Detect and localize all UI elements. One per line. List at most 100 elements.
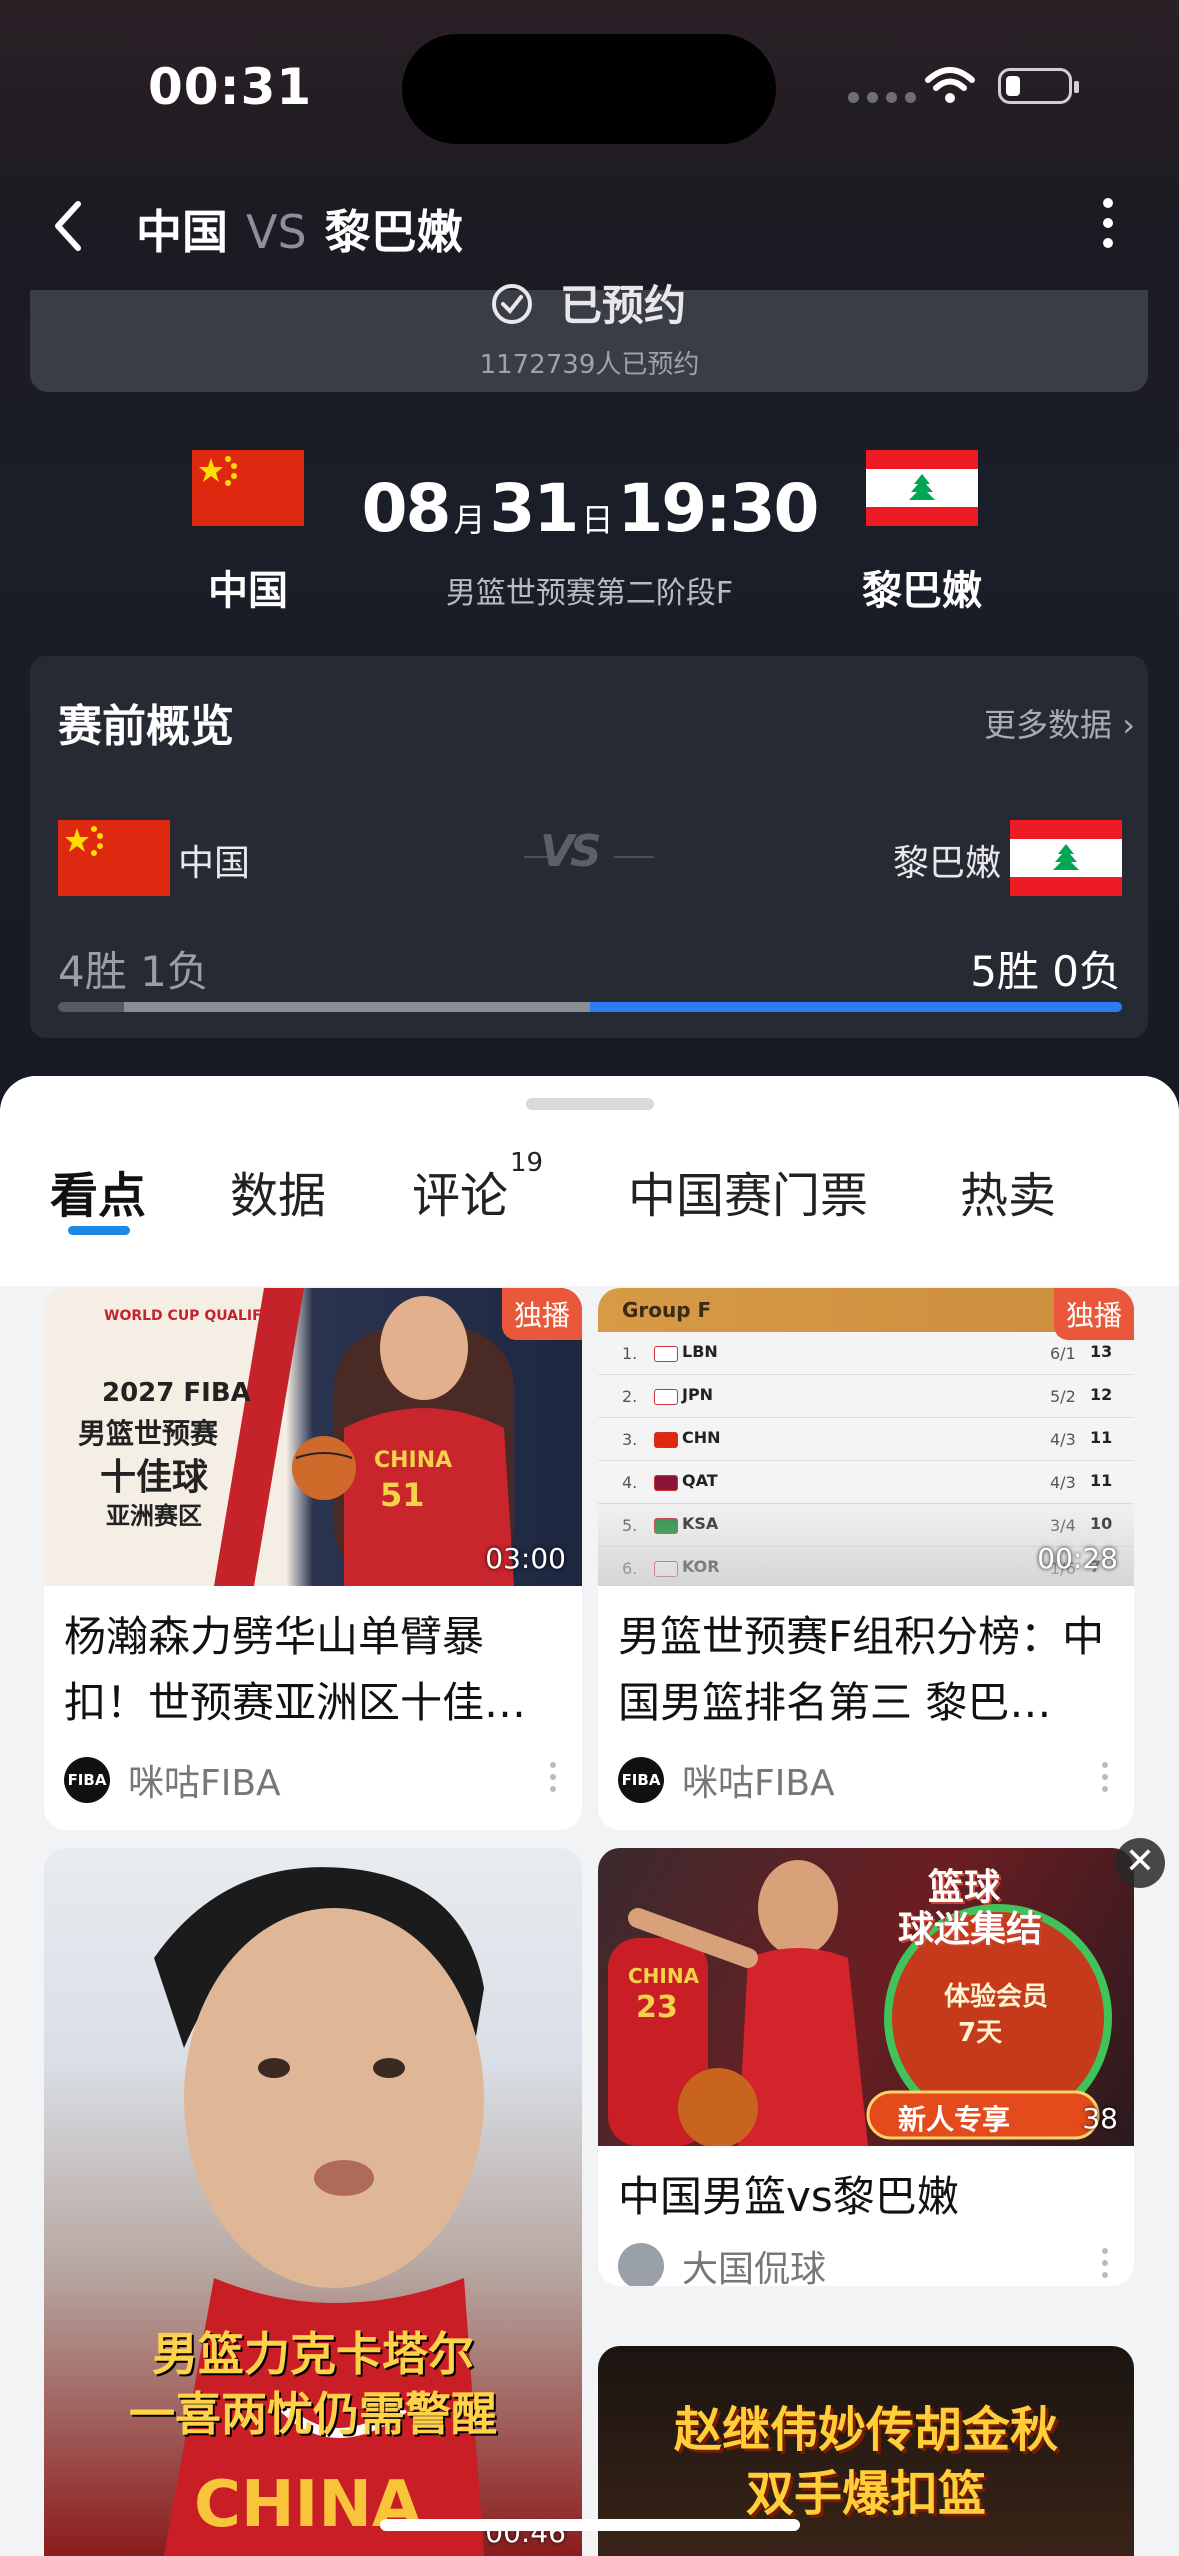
row-points: 12 — [1090, 1385, 1113, 1404]
overlay-line-1: 赵继伟妙传胡金秋 — [673, 2402, 1058, 2458]
win-compare-bar — [58, 1002, 1122, 1012]
exclusive-badge: 独播 — [501, 1288, 582, 1340]
row-rank: 1. — [622, 1344, 638, 1363]
more-menu-icon[interactable] — [1103, 198, 1113, 248]
card-more-icon[interactable] — [1102, 1762, 1108, 1792]
video-duration: 03:00 — [485, 1542, 566, 1575]
title-away-team: 黎巴嫩 — [324, 205, 463, 259]
row-rank: 4. — [622, 1473, 638, 1492]
video-thumbnail: Group F 1. LBN 6/1 13 2. JPN 5/2 12 3. CHN 4/3 11 4.… — [598, 1288, 1134, 1586]
exclusive-badge: 独播 — [1053, 1288, 1134, 1340]
video-card[interactable]: WORLD CUP QUALIFIERS 2027 FIBA 男篮世预赛 十佳球… — [44, 1288, 582, 1830]
tab-comments-label: 评论 — [412, 1168, 509, 1224]
team-flag-icon — [654, 1346, 678, 1362]
row-win-loss: 5/2 — [1050, 1387, 1076, 1406]
overview-away-name: 黎巴嫩 — [892, 843, 1001, 884]
video-title: 男篮世预赛F组积分榜：中国男篮排名第三 黎巴… — [618, 1612, 1105, 1727]
month-unit: 月 — [453, 501, 486, 539]
jersey-number: 23 — [636, 1990, 678, 2025]
signal-icon — [848, 92, 916, 103]
author-name: 大国侃球 — [682, 2249, 827, 2286]
video-duration: 00:28 — [1037, 1542, 1118, 1575]
thumb-line-3: 十佳球 — [100, 1457, 209, 1498]
row-team: CHN — [682, 1428, 721, 1447]
ad-line-2: 球迷集结 — [898, 1909, 1043, 1950]
tab-hot-sale[interactable]: 热卖 — [960, 1156, 1056, 1226]
row-win-loss: 4/3 — [1050, 1430, 1076, 1449]
lebanon-flag-icon — [1010, 820, 1122, 896]
check-circle-icon — [492, 284, 532, 324]
team-flag-icon — [654, 1389, 678, 1405]
overlay-line-2: 一喜两忧仍需警醒 — [129, 2387, 497, 2441]
card-more-icon[interactable] — [550, 1762, 556, 1792]
row-points: 11 — [1090, 1428, 1113, 1447]
overlay-line-2: 双手爆扣篮 — [745, 2466, 986, 2522]
video-card[interactable]: 男篮力克卡塔尔 一喜两忧仍需警醒 CHINA 00:46 — [44, 1848, 582, 2556]
author-avatar: FIBA — [618, 1757, 664, 1803]
ad-vip-label: 体验会员 — [944, 1982, 1049, 2012]
row-rank: 2. — [622, 1387, 638, 1406]
lebanon-flag-icon — [866, 450, 978, 526]
title-home-team: 中国 — [136, 205, 228, 259]
home-indicator[interactable] — [380, 2519, 800, 2531]
back-icon[interactable] — [48, 198, 88, 254]
overview-home-name: 中国 — [178, 843, 251, 884]
author-avatar: FIBA — [64, 1757, 110, 1803]
author-row[interactable]: 大国侃球 — [618, 2240, 826, 2286]
away-record: 5胜 0负 — [970, 947, 1121, 996]
vs-mark: VS — [540, 826, 602, 877]
row-points: 13 — [1090, 1342, 1113, 1361]
team-flag-icon — [654, 1475, 678, 1491]
chevron-right-icon: › — [1112, 706, 1135, 744]
page-title: 中国 VS 黎巴嫩 — [136, 196, 463, 262]
row-win-loss: 6/1 — [1050, 1344, 1076, 1363]
video-thumbnail: 篮球 球迷集结 体验会员 7天 新人专享 CHINA 23 38 — [598, 1848, 1134, 2146]
jersey-text: CHINA — [374, 1448, 453, 1473]
author-row[interactable]: FIBA 咪咕FIBA — [618, 1754, 835, 1806]
tab-bar: 看点 数据 评论19 中国赛门票 热卖 — [0, 1076, 1179, 1286]
sheet-drag-handle[interactable] — [526, 1098, 654, 1110]
overlay-line-1: 男篮力克卡塔尔 — [152, 2327, 474, 2381]
away-win-bar — [590, 1002, 1122, 1012]
author-avatar — [618, 2243, 664, 2286]
active-tab-indicator — [68, 1226, 130, 1235]
tab-tickets[interactable]: 中国赛门票 — [628, 1156, 868, 1226]
title-vs: VS — [246, 205, 307, 259]
row-team: QAT — [682, 1471, 718, 1490]
team-flag-icon — [654, 1432, 678, 1448]
away-team-name: 黎巴嫩 — [862, 568, 982, 614]
row-team: JPN — [682, 1385, 714, 1404]
china-flag-icon — [58, 820, 170, 896]
author-row[interactable]: FIBA 咪咕FIBA — [64, 1754, 281, 1806]
row-points: 11 — [1090, 1471, 1113, 1490]
dynamic-island — [402, 34, 776, 144]
row-team: LBN — [682, 1342, 718, 1361]
tab-comments[interactable]: 评论19 — [412, 1148, 543, 1226]
vs-divider — [614, 856, 654, 858]
close-ad-icon[interactable]: ✕ — [1115, 1838, 1165, 1888]
row-win-loss: 4/3 — [1050, 1473, 1076, 1492]
day-unit: 日 — [581, 501, 614, 539]
ad-days-label: 7天 — [958, 2018, 1003, 2048]
reserved-label: 已预约 — [560, 281, 687, 330]
match-day: 31 — [489, 470, 579, 547]
wifi-icon — [925, 67, 975, 103]
video-card[interactable]: Group F 1. LBN 6/1 13 2. JPN 5/2 12 3. CHN 4/3 11 4.… — [598, 1288, 1134, 1830]
more-data-link[interactable]: 更多数据 › — [984, 700, 1135, 746]
tab-highlights[interactable]: 看点 — [50, 1156, 146, 1226]
ad-newuser-button[interactable]: 新人专享 — [898, 2098, 1010, 2138]
video-card[interactable]: 篮球 球迷集结 体验会员 7天 新人专享 CHINA 23 38 中国男篮vs黎… — [598, 1848, 1134, 2286]
tab-stats[interactable]: 数据 — [230, 1156, 326, 1226]
jersey-text: CHINA — [628, 1964, 700, 1988]
match-month: 08 — [361, 470, 452, 547]
thumb-top: WORLD CUP QUALIFIERS — [104, 1308, 298, 1324]
table-row: 2. JPN 5/2 12 — [598, 1375, 1134, 1418]
author-name: 咪咕FIBA — [682, 1763, 835, 1804]
video-duration: 38 — [1082, 2102, 1118, 2135]
home-win-bar — [124, 1002, 590, 1012]
thumb-line-2: 男篮世预赛 — [78, 1417, 219, 1450]
jersey-number: 51 — [380, 1476, 425, 1514]
thumb-line-4: 亚洲赛区 — [106, 1502, 202, 1530]
card-more-icon[interactable] — [1102, 2248, 1108, 2278]
more-data-label: 更多数据 — [984, 706, 1113, 744]
